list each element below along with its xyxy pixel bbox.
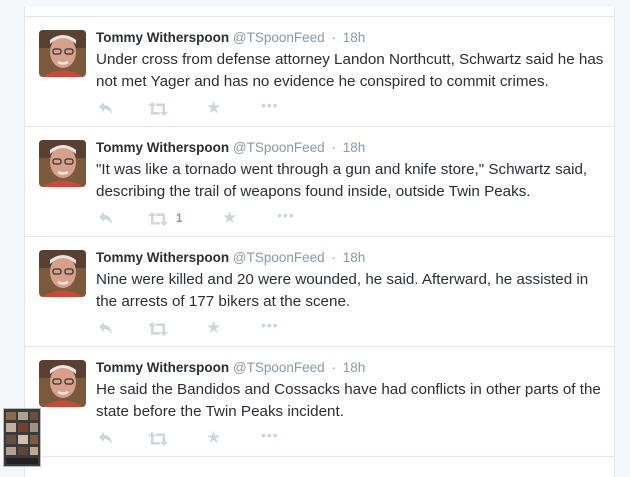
tweet-timeline: Tommy Witherspoon @TSpoonFeed · 18h Unde… <box>24 7 615 477</box>
tweet-card[interactable]: Tommy Witherspoon @TSpoonFeed · 18h He s… <box>25 347 614 457</box>
avatar[interactable] <box>39 250 86 297</box>
separator: · <box>331 360 336 375</box>
retweet-icon[interactable] <box>148 322 168 341</box>
tweet-card[interactable]: Tommy Witherspoon @TSpoonFeed · 18h Nine… <box>25 237 614 347</box>
avatar[interactable] <box>39 360 86 407</box>
previous-tweet-edge <box>25 7 614 17</box>
author-name[interactable]: Tommy Witherspoon <box>96 140 229 155</box>
separator: · <box>331 140 336 155</box>
author-name[interactable]: Tommy Witherspoon <box>96 250 229 265</box>
avatar-image <box>39 30 86 77</box>
author-handle[interactable]: @TSpoonFeed <box>233 30 325 45</box>
avatar[interactable] <box>39 140 86 187</box>
timestamp[interactable]: 18h <box>343 30 366 45</box>
avatar-image <box>39 250 86 297</box>
reply-icon[interactable] <box>98 211 114 230</box>
author-name[interactable]: Tommy Witherspoon <box>96 30 229 45</box>
star-icon[interactable]: ★ <box>222 209 237 226</box>
reply-icon[interactable] <box>98 101 114 120</box>
more-icon[interactable]: ••• <box>261 428 279 442</box>
tweet-header: Tommy Witherspoon @TSpoonFeed · 18h <box>96 29 604 47</box>
author-handle[interactable]: @TSpoonFeed <box>233 360 325 375</box>
tweet-text: He said the Bandidos and Cossacks have h… <box>96 381 601 420</box>
more-icon[interactable]: ••• <box>261 318 279 332</box>
avatar-image <box>39 140 86 187</box>
tweet-card[interactable]: Tommy Witherspoon @TSpoonFeed · 18h "It … <box>25 127 614 237</box>
star-icon[interactable]: ★ <box>206 319 221 336</box>
timestamp[interactable]: 18h <box>343 360 366 375</box>
thumbnail-graphic <box>4 409 40 466</box>
author-handle[interactable]: @TSpoonFeed <box>233 250 325 265</box>
retweet-icon[interactable] <box>148 212 168 231</box>
tweet-actions: ★ ••• <box>96 318 396 340</box>
retweet-icon[interactable] <box>148 102 168 121</box>
star-icon[interactable]: ★ <box>206 99 221 116</box>
tweet-header: Tommy Witherspoon @TSpoonFeed · 18h <box>96 139 604 157</box>
retweet-icon[interactable] <box>148 432 168 451</box>
author-handle[interactable]: @TSpoonFeed <box>233 140 325 155</box>
thumbnail-image[interactable] <box>3 408 41 467</box>
avatar[interactable] <box>39 30 86 77</box>
tweet-text: Nine were killed and 20 were wounded, he… <box>96 271 589 310</box>
tweet-header: Tommy Witherspoon @TSpoonFeed · 18h <box>96 249 604 267</box>
star-icon[interactable]: ★ <box>206 429 221 446</box>
separator: · <box>331 30 336 45</box>
timestamp[interactable]: 18h <box>343 140 366 155</box>
timestamp[interactable]: 18h <box>343 250 366 265</box>
retweet-count: 1 <box>176 213 183 225</box>
tweet-text: "It was like a tornado went through a gu… <box>96 161 588 200</box>
more-icon[interactable]: ••• <box>277 208 295 222</box>
reply-icon[interactable] <box>98 321 114 340</box>
more-icon[interactable]: ••• <box>261 98 279 112</box>
tweet-actions: ★ ••• <box>96 98 396 120</box>
tweet-header: Tommy Witherspoon @TSpoonFeed · 18h <box>96 359 604 377</box>
tweet-actions: ★ ••• <box>96 428 396 450</box>
tweet-card[interactable]: Tommy Witherspoon @TSpoonFeed · 18h Unde… <box>25 17 614 127</box>
author-name[interactable]: Tommy Witherspoon <box>96 360 229 375</box>
avatar-image <box>39 360 86 407</box>
tweet-actions: 1 ★ ••• <box>96 208 396 230</box>
separator: · <box>331 250 336 265</box>
tweet-text: Under cross from defense attorney Landon… <box>96 51 604 90</box>
reply-icon[interactable] <box>98 431 114 450</box>
